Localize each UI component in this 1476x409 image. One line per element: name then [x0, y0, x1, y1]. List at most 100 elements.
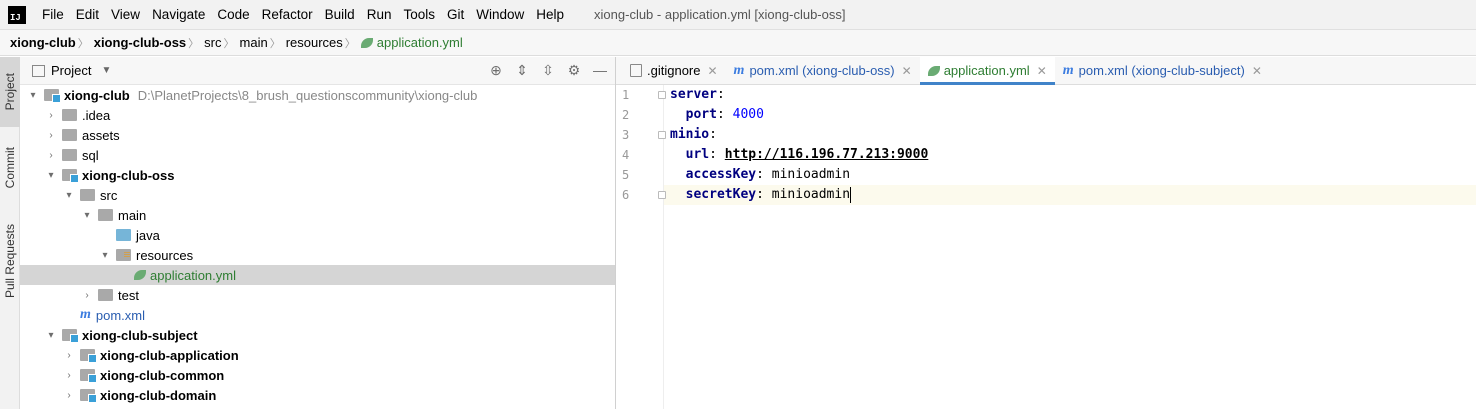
close-icon[interactable]: ✕ — [1037, 64, 1047, 78]
breadcrumb-item-main[interactable]: main 〉 — [240, 35, 286, 51]
line-number: 5 — [622, 168, 630, 182]
close-icon[interactable]: ✕ — [902, 64, 912, 78]
tree-row-sub-common[interactable]: › xiong-club-common — [20, 365, 615, 385]
tree-label: pom.xml — [95, 307, 146, 323]
chevron-down-icon[interactable]: ▾ — [26, 88, 40, 102]
menu-file[interactable]: File — [36, 7, 70, 22]
intellij-logo-icon[interactable]: IJ — [8, 5, 26, 24]
tree-row-java[interactable]: java — [20, 225, 615, 245]
chevron-down-icon[interactable]: ▾ — [44, 328, 58, 342]
yaml-key: secretKey — [685, 187, 757, 202]
menu-git[interactable]: Git — [441, 7, 470, 22]
code-editor[interactable]: server: port: 4000 minio: url: http://11… — [658, 85, 1476, 409]
yaml-key: url — [685, 147, 710, 162]
folder-icon — [98, 289, 113, 301]
tree-row-idea[interactable]: › .idea — [20, 105, 615, 125]
fold-marker-icon[interactable] — [658, 131, 666, 139]
menu-refactor[interactable]: Refactor — [256, 7, 319, 22]
code-line[interactable]: port: 4000 — [664, 105, 1476, 125]
breadcrumb-item-application-yml[interactable]: application.yml — [360, 35, 463, 50]
menu-code[interactable]: Code — [211, 7, 255, 22]
tree-row-sql[interactable]: › sql — [20, 145, 615, 165]
tree-row-subject[interactable]: ▾ xiong-club-subject — [20, 325, 615, 345]
tree-path: D:\PlanetProjects\8_brush_questionscommu… — [137, 87, 478, 103]
tree-label: xiong-club-oss — [82, 167, 175, 183]
yaml-key: accessKey — [685, 167, 757, 182]
tree-label: .idea — [82, 107, 111, 123]
chevron-right-icon[interactable]: › — [44, 128, 58, 142]
tool-tab-commit[interactable]: Commit — [0, 135, 20, 201]
menu-help[interactable]: Help — [530, 7, 570, 22]
chevron-right-icon[interactable]: › — [44, 108, 58, 122]
tool-tab-pull-requests[interactable]: Pull Requests — [0, 213, 20, 309]
yaml-key: server — [670, 87, 717, 102]
tree-row-oss[interactable]: ▾ xiong-club-oss — [20, 165, 615, 185]
close-icon[interactable]: ✕ — [1252, 64, 1262, 78]
tree-row-test[interactable]: › test — [20, 285, 615, 305]
tree-row-pom[interactable]: m pom.xml — [20, 305, 615, 325]
code-line[interactable]: accessKey: minioadmin — [664, 165, 1476, 185]
expand-all-icon[interactable]: ⇕ — [513, 61, 531, 79]
yaml-url-value[interactable]: http://116.196.77.213:9000 — [725, 147, 929, 162]
text-caret — [850, 186, 852, 203]
chevron-down-icon[interactable]: ▾ — [98, 248, 112, 262]
tree-row-root[interactable]: ▾ xiong-club D:\PlanetProjects\8_brush_q… — [20, 85, 615, 105]
chevron-right-icon[interactable]: › — [62, 388, 76, 402]
menu-navigate[interactable]: Navigate — [146, 7, 211, 22]
fold-marker-icon[interactable] — [658, 91, 666, 99]
menu-build[interactable]: Build — [319, 7, 361, 22]
close-icon[interactable]: ✕ — [707, 64, 717, 78]
collapse-all-icon[interactable]: ⇳ — [539, 61, 557, 79]
tree-label: test — [118, 287, 139, 303]
menu-window[interactable]: Window — [470, 7, 530, 22]
menu-tools[interactable]: Tools — [397, 7, 441, 22]
tab-pom-oss[interactable]: m pom.xml (xiong-club-oss) ✕ — [726, 57, 920, 84]
tool-tab-project[interactable]: Project — [0, 57, 20, 127]
chevron-down-icon[interactable]: ▾ — [44, 168, 58, 182]
gitignore-file-icon — [630, 64, 642, 77]
code-line-current[interactable]: secretKey: minioadmin — [658, 185, 1476, 205]
folder-icon — [62, 149, 77, 161]
tree-row-main[interactable]: ▾ main — [20, 205, 615, 225]
folder-icon — [62, 109, 77, 121]
chevron-right-icon[interactable]: › — [62, 348, 76, 362]
tab-application-yml[interactable]: application.yml ✕ — [919, 57, 1055, 85]
breadcrumb-item-resources[interactable]: resources 〉 — [286, 35, 361, 51]
tree-row-resources[interactable]: ▾ resources — [20, 245, 615, 265]
tab-pom-subject[interactable]: m pom.xml (xiong-club-subject) ✕ — [1055, 57, 1270, 84]
code-line[interactable]: server: — [658, 85, 1476, 105]
chevron-down-icon[interactable]: ▾ — [80, 208, 94, 222]
tree-label: xiong-club — [64, 87, 130, 103]
breadcrumb-item-xiong-club[interactable]: xiong-club 〉 — [10, 35, 94, 51]
chevron-down-icon[interactable]: ▼ — [101, 65, 111, 76]
tree-row-sub-domain[interactable]: › xiong-club-domain — [20, 385, 615, 405]
gear-icon[interactable]: ⚙ — [565, 61, 583, 79]
menu-view[interactable]: View — [105, 7, 146, 22]
breadcrumb-item-xiong-club-oss[interactable]: xiong-club-oss 〉 — [94, 35, 204, 51]
resources-folder-icon — [116, 249, 131, 261]
code-line[interactable]: url: http://116.196.77.213:9000 — [664, 145, 1476, 165]
breadcrumb-item-src[interactable]: src 〉 — [204, 35, 239, 51]
chevron-right-icon: 〉 — [269, 37, 281, 50]
menu-edit[interactable]: Edit — [70, 7, 105, 22]
tree-row-sub-application[interactable]: › xiong-club-application — [20, 345, 615, 365]
line-number: 1 — [622, 88, 630, 102]
chevron-down-icon[interactable]: ▾ — [62, 188, 76, 202]
tree-row-application-yml[interactable]: application.yml — [20, 265, 615, 285]
chevron-right-icon[interactable]: › — [80, 288, 94, 302]
tab-gitignore[interactable]: .gitignore ✕ — [622, 57, 726, 84]
tree-row-assets[interactable]: › assets — [20, 125, 615, 145]
tree-row-src[interactable]: ▾ src — [20, 185, 615, 205]
hide-panel-icon[interactable]: — — [591, 61, 609, 79]
chevron-right-icon[interactable]: › — [44, 148, 58, 162]
source-folder-icon — [116, 229, 131, 241]
chevron-right-icon[interactable]: › — [62, 368, 76, 382]
project-panel-title[interactable]: Project — [51, 63, 91, 78]
code-line[interactable]: minio: — [658, 125, 1476, 145]
locate-file-icon[interactable]: ⊕ — [487, 61, 505, 79]
fold-marker-icon[interactable] — [658, 191, 666, 199]
folder-icon — [62, 129, 77, 141]
yaml-key: port — [685, 107, 717, 122]
menu-run[interactable]: Run — [361, 7, 398, 22]
breadcrumb: xiong-club 〉 xiong-club-oss 〉 src 〉 main 〉 r… — [0, 30, 1476, 56]
